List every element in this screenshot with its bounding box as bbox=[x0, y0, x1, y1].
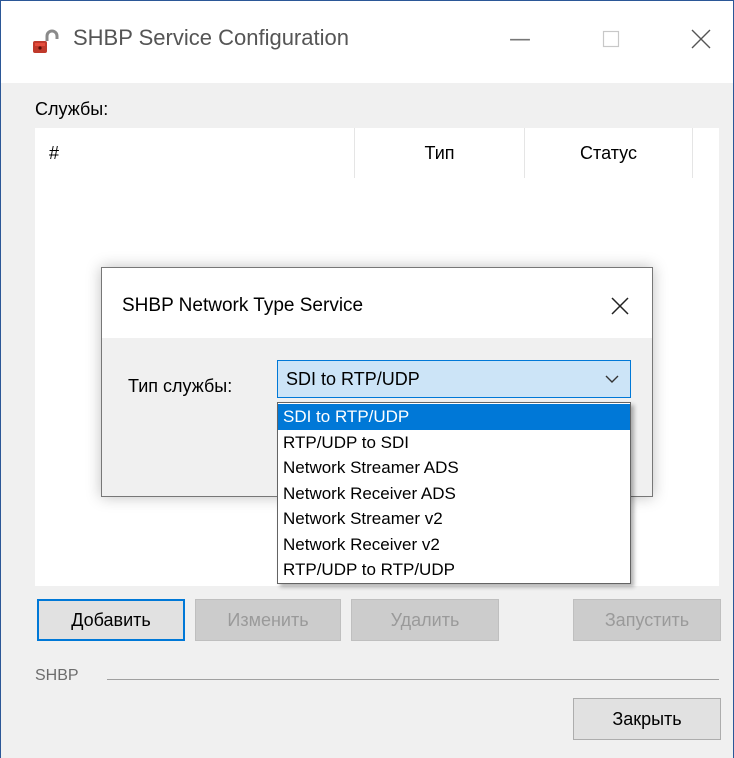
service-type-label: Тип службы: bbox=[128, 376, 233, 396]
delete-button[interactable]: Удалить bbox=[351, 599, 499, 641]
window-title: SHBP Service Configuration bbox=[73, 25, 349, 50]
add-button[interactable]: Добавить bbox=[37, 599, 185, 641]
service-type-dropdown[interactable]: SDI to RTP/UDP RTP/UDP to SDI Network St… bbox=[277, 402, 631, 584]
start-button[interactable]: Запустить bbox=[573, 599, 721, 641]
close-icon bbox=[611, 297, 629, 315]
dropdown-option[interactable]: Network Receiver v2 bbox=[278, 532, 630, 558]
dropdown-option[interactable]: RTP/UDP to SDI bbox=[278, 430, 630, 456]
dropdown-option[interactable]: Network Receiver ADS bbox=[278, 481, 630, 507]
close-button[interactable]: Закрыть bbox=[573, 698, 721, 740]
title-bar[interactable]: SHBP Service Configuration — bbox=[1, 1, 733, 83]
dropdown-option[interactable]: SDI to RTP/UDP bbox=[278, 404, 630, 430]
maximize-icon bbox=[602, 30, 620, 48]
dropdown-option[interactable]: RTP/UDP to RTP/UDP bbox=[278, 557, 630, 583]
column-header-status[interactable]: Статус bbox=[525, 128, 693, 178]
dialog-close-button[interactable] bbox=[604, 290, 636, 322]
main-window: SHBP Service Configuration — Службы: # Т… bbox=[0, 0, 734, 758]
dialog-title: SHBP Network Type Service bbox=[122, 295, 364, 316]
dropdown-option[interactable]: Network Streamer v2 bbox=[278, 506, 630, 532]
service-type-select[interactable]: SDI to RTP/UDP bbox=[277, 360, 631, 398]
chevron-down-icon bbox=[602, 369, 622, 389]
minimize-button[interactable]: — bbox=[500, 19, 540, 59]
group-separator bbox=[107, 679, 719, 680]
column-header-number[interactable]: # bbox=[35, 128, 355, 178]
close-icon bbox=[691, 29, 711, 49]
group-label: SHBP bbox=[35, 667, 79, 684]
dropdown-option[interactable]: Network Streamer ADS bbox=[278, 455, 630, 481]
dialog-title-bar[interactable]: SHBP Network Type Service bbox=[102, 268, 652, 338]
service-type-value: SDI to RTP/UDP bbox=[286, 368, 420, 389]
edit-button[interactable]: Изменить bbox=[195, 599, 341, 641]
app-lock-icon bbox=[31, 28, 59, 56]
column-header-type[interactable]: Тип bbox=[355, 128, 525, 178]
services-label: Службы: bbox=[35, 99, 109, 119]
maximize-button[interactable] bbox=[591, 19, 631, 59]
close-window-button[interactable] bbox=[681, 19, 721, 59]
